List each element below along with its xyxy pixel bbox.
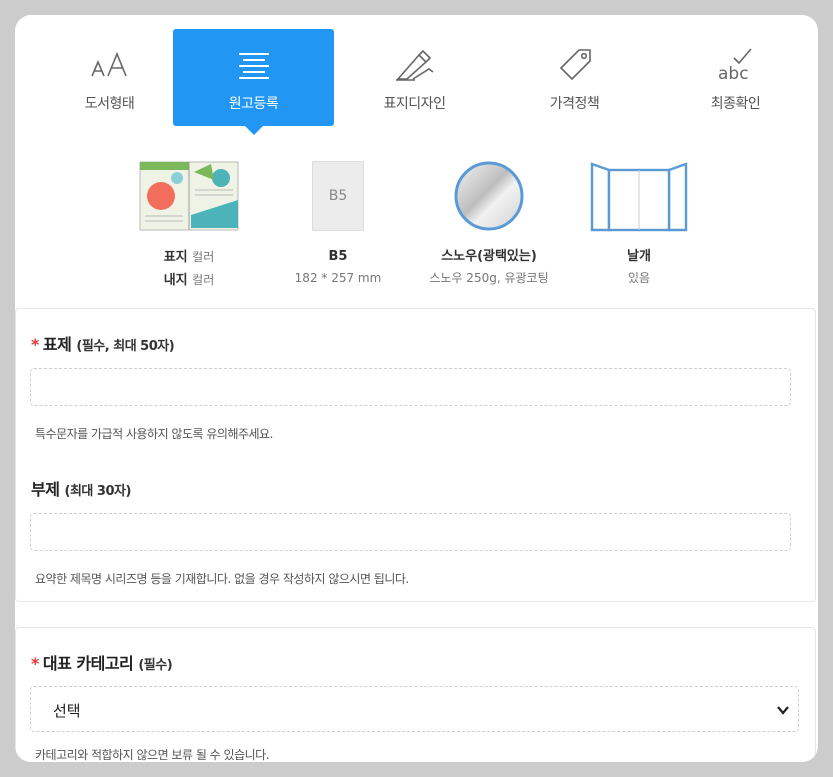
subtitle-field-label: 부제 (최대 30자) (31, 476, 131, 500)
paper-detail: 스노우 250g, 유광코팅 (429, 271, 549, 285)
step-final-confirm[interactable]: abc 최종확인 (655, 29, 816, 126)
b5-page-thumb: B5 (263, 160, 413, 232)
summary-color: 표지 컬러 내지 컬러 (114, 160, 264, 292)
category-selected-value: 선택 (53, 702, 81, 720)
svg-text:abc: abc (718, 64, 749, 84)
step-label: 가격정책 (549, 96, 600, 112)
option-summary: 표지 컬러 내지 컬러 B5 B5 182 * 257 mm 스노우(광택있는) (15, 160, 818, 295)
size-detail: 182 * 257 mm (294, 271, 382, 285)
paper-title: 스노우(광택있는) (441, 249, 537, 264)
align-lines-icon (173, 45, 334, 85)
required-mark: * (31, 335, 39, 354)
step-book-format[interactable]: 도서형태 (29, 29, 190, 126)
subtitle-hint: 요약한 제목명 시리즈명 등을 기재합니다. 없을 경우 작성하지 않으시면 됩… (35, 572, 409, 586)
step-label: 원고등록 (228, 96, 279, 112)
subtitle-note: (최대 30자) (64, 484, 132, 499)
order-card: 도서형태 원고등록 표지디자인 가격정책 abc 최종확인 표지 컬러 내지 컬… (15, 15, 818, 762)
summary-size: B5 B5 182 * 257 mm (263, 160, 413, 288)
step-label: 도서형태 (84, 96, 135, 112)
category-select[interactable]: 선택 (30, 686, 799, 732)
title-note: (필수, 최대 50자) (76, 339, 175, 354)
step-cover-design[interactable]: 표지디자인 (334, 29, 495, 126)
step-label: 표지디자인 (383, 96, 446, 112)
step-pricing[interactable]: 가격정책 (494, 29, 655, 126)
chevron-down-icon (776, 702, 790, 721)
category-note: (필수) (138, 658, 173, 673)
subtitle-label: 부제 (31, 480, 60, 499)
summary-paper: 스노우(광택있는) 스노우 250g, 유광코팅 (414, 160, 564, 288)
step-label: 최종확인 (710, 96, 761, 112)
title-section: * 표제 (필수, 최대 50자) 특수문자를 가급적 사용하지 않도록 유의해주… (15, 308, 816, 602)
title-label: 표제 (42, 335, 72, 354)
font-size-icon (29, 45, 190, 85)
step-nav: 도서형태 원고등록 표지디자인 가격정책 abc 최종확인 (15, 29, 818, 139)
abc-check-icon: abc (655, 45, 816, 85)
subtitle-input[interactable] (30, 513, 791, 551)
title-field-label: * 표제 (필수, 최대 50자) (31, 331, 175, 355)
flap-detail: 있음 (627, 271, 651, 285)
size-title: B5 (328, 249, 348, 264)
required-mark: * (31, 654, 39, 673)
category-hint: 카테고리와 적합하지 않으면 보류 될 수 있습니다. (35, 748, 270, 762)
step-manuscript[interactable]: 원고등록 (173, 29, 334, 135)
title-hint: 특수문자를 가급적 사용하지 않도록 유의해주세요. (35, 427, 273, 441)
cover-color-line: 표지 컬러 내지 컬러 (163, 250, 215, 288)
price-tag-icon (494, 45, 655, 85)
title-input[interactable] (30, 368, 791, 406)
book-spread-image (114, 160, 264, 232)
category-section: * 대표 카테고리 (필수) 선택 카테고리와 적합하지 않으면 보류 될 수 있… (15, 627, 816, 762)
summary-flap: 날개 있음 (564, 160, 714, 288)
category-label: 대표 카테고리 (42, 654, 134, 673)
category-field-label: * 대표 카테고리 (필수) (31, 650, 173, 674)
brush-icon (334, 45, 495, 85)
cover-flap-icon (564, 160, 714, 232)
flap-title: 날개 (627, 249, 651, 264)
glossy-paper-icon (414, 160, 564, 232)
